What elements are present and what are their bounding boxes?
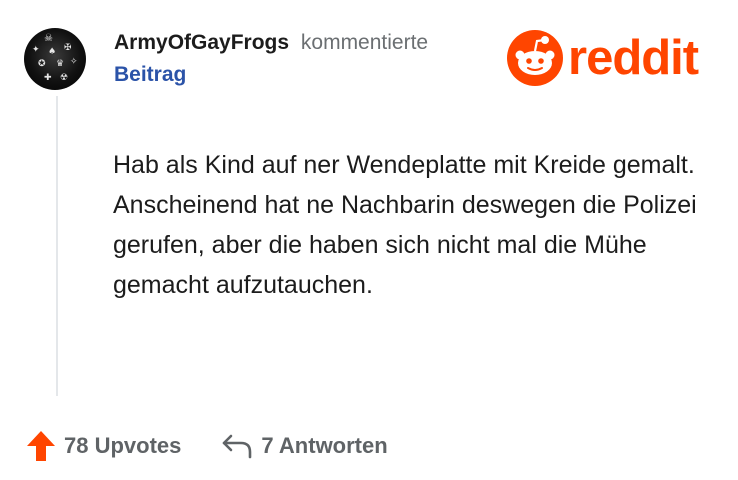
upvote-count: 78 Upvotes — [64, 433, 182, 458]
thread-line — [56, 96, 58, 396]
reply-button[interactable]: 7 Antworten — [221, 433, 388, 459]
reply-count: 7 Antworten — [261, 433, 388, 458]
upvote-button[interactable]: 78 Upvotes — [26, 430, 181, 462]
reddit-logo: reddit — [507, 28, 699, 88]
comment-body: Hab als Kind auf ner Wendeplatte mit Kre… — [113, 151, 697, 299]
reddit-wordmark: reddit — [568, 31, 699, 85]
comment-header: ArmyOfGayFrogs kommentierte — [114, 31, 428, 55]
snoo-icon — [507, 30, 563, 86]
comment-action: kommentierte — [300, 31, 429, 54]
post-link[interactable]: Beitrag — [114, 63, 186, 87]
username[interactable]: ArmyOfGayFrogs — [114, 31, 289, 54]
reply-arrow-icon — [223, 434, 252, 459]
avatar[interactable]: ☠ ✦ ♠ ✠ ✪ ♛ ✧ ✚ ☢ — [24, 28, 86, 90]
comment-footer: 78 Upvotes 7 Antworten — [26, 428, 388, 464]
upvote-arrow-icon[interactable] — [26, 430, 56, 462]
